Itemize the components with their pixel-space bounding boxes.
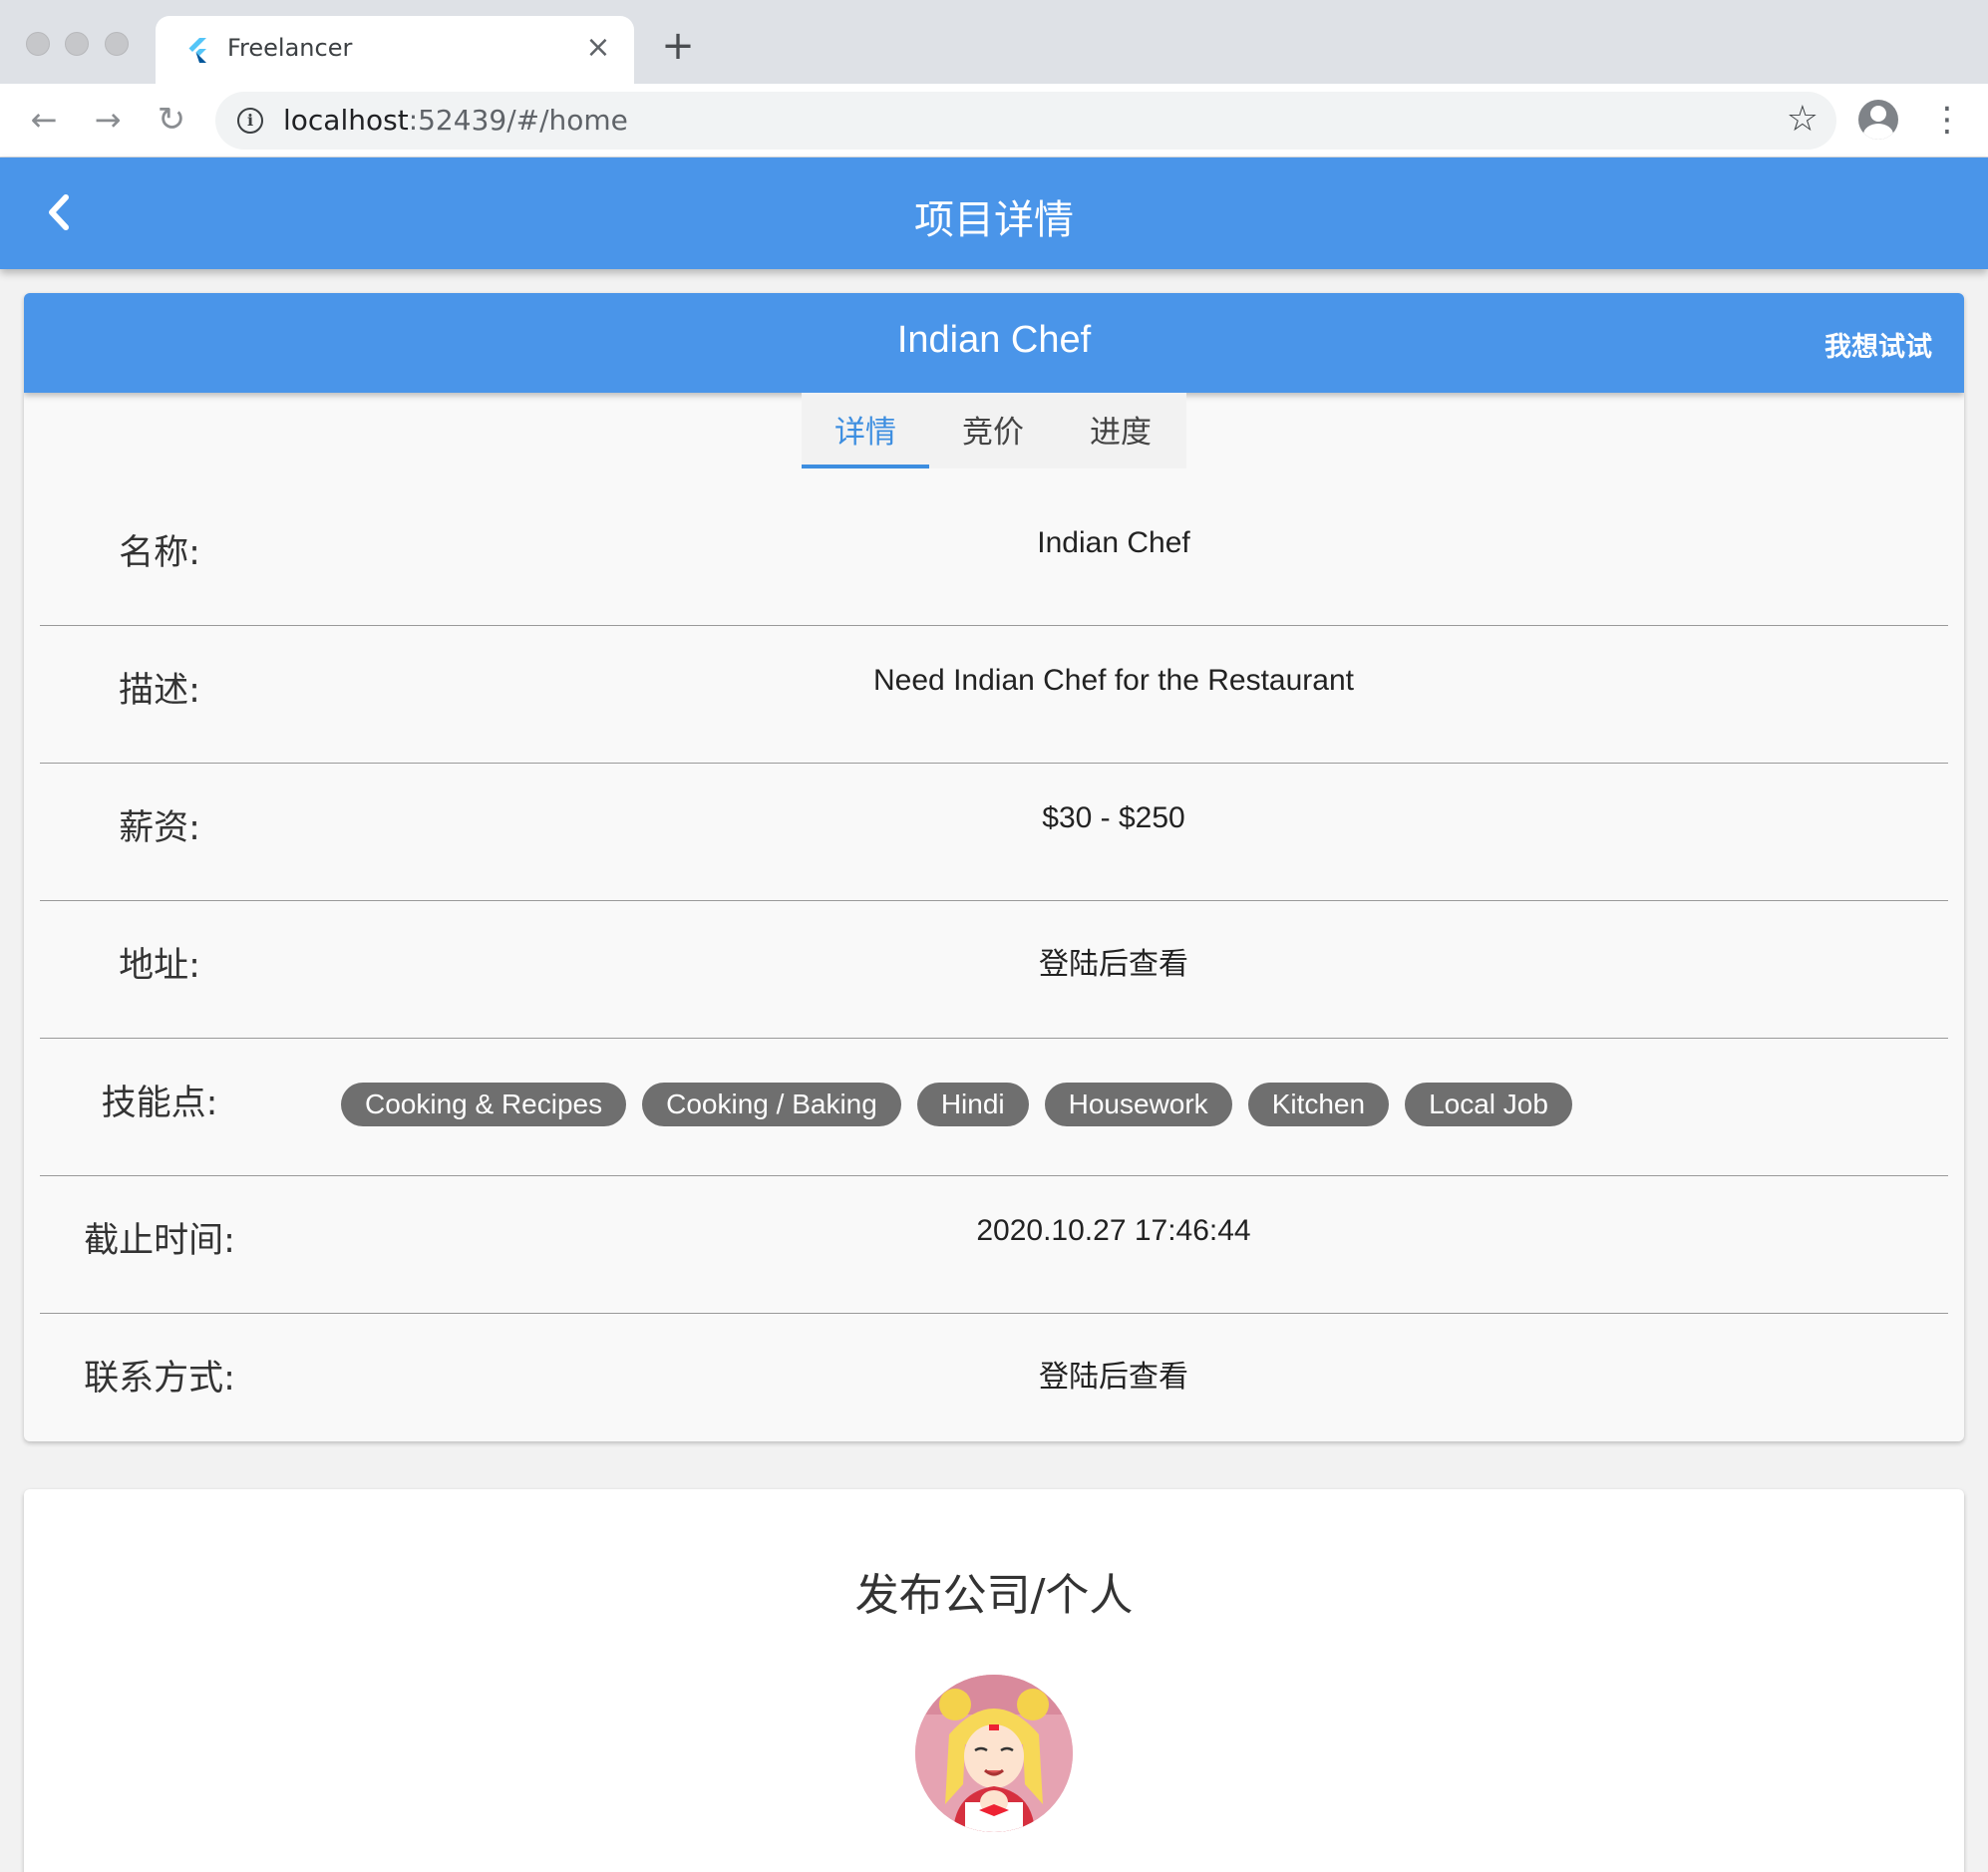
info-icon[interactable]: i [237, 108, 263, 134]
detail-list: 名称: Indian Chef 描述: Need Indian Chef for… [40, 488, 1948, 1441]
profile-icon[interactable] [1858, 100, 1898, 140]
detail-row-contact: 联系方式: 登陆后查看 [40, 1314, 1948, 1441]
skill-chip[interactable]: Housework [1044, 1083, 1232, 1126]
row-label: 截止时间: [84, 1221, 235, 1261]
avatar-illustration [915, 1675, 1073, 1832]
tab-strip: Freelancer × + [0, 0, 1988, 84]
try-button[interactable]: 我想试试 [1824, 325, 1932, 364]
detail-row-description: 描述: Need Indian Chef for the Restaurant [40, 626, 1948, 764]
project-tabs: 详情 竞价 进度 [802, 393, 1186, 468]
detail-row-address: 地址: 登陆后查看 [40, 901, 1948, 1039]
row-label: 薪资: [119, 808, 200, 848]
back-arrow-icon[interactable]: ← [24, 100, 64, 140]
tab-progress[interactable]: 进度 [1057, 407, 1184, 452]
detail-row-skills: 技能点: Cooking & Recipes Cooking / Baking … [40, 1039, 1948, 1176]
row-value: 登陆后查看 [1039, 948, 1188, 981]
skill-chip[interactable]: Hindi [916, 1083, 1029, 1126]
close-icon[interactable]: × [580, 30, 616, 66]
flutter-icon [188, 38, 206, 63]
avatar[interactable] [915, 1675, 1073, 1832]
star-icon[interactable]: ☆ [1787, 100, 1819, 140]
detail-row-deadline: 截止时间: 2020.10.27 17:46:44 [40, 1176, 1948, 1314]
content-area: Indian Chef 我想试试 详情 竞价 进度 名称: Indian Che… [0, 269, 1988, 1872]
forward-arrow-icon[interactable]: → [88, 100, 128, 140]
address-bar[interactable]: i localhost:52439/#/home ☆ [215, 92, 1836, 150]
skill-chips: Cooking & Recipes Cooking / Baking Hindi… [341, 1083, 1588, 1126]
skill-chip[interactable]: Kitchen [1247, 1083, 1390, 1126]
reload-icon[interactable]: ↻ [152, 100, 191, 140]
row-label: 地址: [119, 946, 200, 986]
publisher-card: 发布公司/个人 [24, 1489, 1964, 1872]
url-path: :52439/#/home [408, 104, 628, 137]
skill-chip[interactable]: Cooking / Baking [642, 1083, 901, 1126]
project-card-header: Indian Chef 我想试试 [24, 293, 1964, 393]
publisher-title: 发布公司/个人 [854, 1570, 1134, 1621]
row-label: 描述: [119, 671, 200, 711]
app-bar: 项目详情 [0, 157, 1988, 269]
browser-window: Freelancer × + ← → ↻ i localhost:52439/#… [0, 0, 1988, 1872]
project-card: Indian Chef 我想试试 详情 竞价 进度 名称: Indian Che… [24, 293, 1964, 1441]
plus-icon[interactable]: + [658, 26, 698, 66]
detail-row-name: 名称: Indian Chef [40, 488, 1948, 626]
browser-tab[interactable]: Freelancer × [156, 16, 634, 84]
minimize-window-button[interactable] [65, 32, 89, 56]
row-label: 名称: [119, 533, 200, 573]
skill-chip[interactable]: Local Job [1405, 1083, 1572, 1126]
row-value: Need Indian Chef for the Restaurant [873, 664, 1354, 697]
tab-bids[interactable]: 竞价 [929, 407, 1057, 452]
skill-chip[interactable]: Cooking & Recipes [341, 1083, 627, 1126]
kebab-menu-icon[interactable]: ⋮ [1930, 98, 1964, 142]
url-host: localhost [283, 104, 409, 137]
row-value: $30 - $250 [1042, 801, 1185, 834]
close-window-button[interactable] [26, 32, 50, 56]
row-label: 技能点: [101, 1084, 218, 1123]
maximize-window-button[interactable] [105, 32, 129, 56]
row-label: 联系方式: [84, 1359, 235, 1399]
row-value: Indian Chef [1037, 526, 1190, 559]
detail-row-salary: 薪资: $30 - $250 [40, 764, 1948, 901]
tab-title: Freelancer [227, 34, 353, 62]
page-title: 项目详情 [914, 197, 1074, 243]
browser-toolbar: ← → ↻ i localhost:52439/#/home ☆ ⋮ [0, 84, 1988, 157]
row-value: 登陆后查看 [1039, 1361, 1188, 1394]
url-text[interactable]: localhost:52439/#/home [283, 104, 628, 137]
tab-indicator [802, 465, 929, 468]
row-value: 2020.10.27 17:46:44 [976, 1214, 1251, 1247]
tab-details[interactable]: 详情 [802, 407, 929, 452]
project-title: Indian Chef [896, 319, 1092, 361]
